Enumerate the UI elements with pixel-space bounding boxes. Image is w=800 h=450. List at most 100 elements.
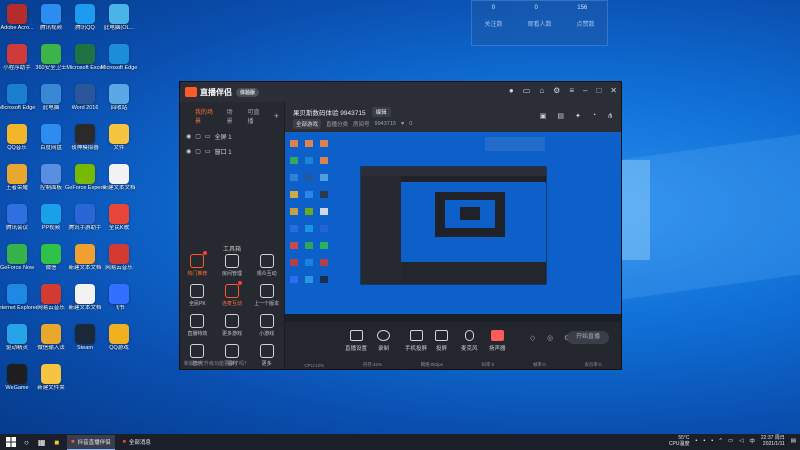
desktop-icon[interactable]: 王者荣耀	[0, 164, 34, 192]
search-icon[interactable]: ○	[24, 438, 29, 447]
desktop-icon[interactable]: 驱动精灵	[0, 324, 34, 352]
maximize-icon[interactable]: □	[596, 86, 601, 95]
notifications-icon[interactable]: ▤	[791, 438, 796, 444]
desktop-icon[interactable]: 微信输入法	[34, 324, 68, 352]
clock[interactable]: 22:37 周日 2021/1/11	[761, 435, 785, 447]
settings-icon[interactable]: ⚙	[553, 86, 560, 95]
gift-icon[interactable]: ⌂	[539, 86, 544, 95]
add-scene-button[interactable]: +	[274, 111, 279, 121]
desktop-icon[interactable]: 百度网盘	[34, 124, 68, 152]
menu-icon[interactable]: ≡	[569, 86, 574, 95]
qq-tray-icon[interactable]: ▪	[711, 438, 713, 444]
tool-button[interactable]: 上一个版本	[249, 284, 284, 307]
app-icon	[109, 84, 129, 104]
desktop-icon[interactable]: 小程序助手	[0, 44, 34, 72]
tool-button[interactable]: 直播特效	[180, 314, 215, 337]
tab-my-scene[interactable]: 我的场景	[195, 107, 217, 125]
tool-button[interactable]: 全民PK	[180, 284, 215, 307]
tool-button[interactable]: 热门推荐	[180, 251, 215, 277]
desktop-icon[interactable]: 腾讯QQ	[68, 4, 102, 32]
desktop-icon[interactable]: Steam	[68, 324, 102, 352]
desktop-icon[interactable]: Adobe Acro...	[0, 4, 34, 32]
desktop-icon[interactable]: 网易云音乐	[102, 244, 136, 272]
desktop-icon[interactable]: 新建文本文档	[102, 164, 136, 192]
desktop-icon[interactable]: Word 2016	[68, 84, 102, 112]
effect-icon[interactable]: ✦	[575, 112, 581, 120]
desktop-icon[interactable]: GeForce Experience	[65, 164, 105, 192]
microphone-button[interactable]: 麦克风	[461, 330, 478, 352]
tray-app-icon[interactable]: ▪	[695, 438, 697, 444]
live-preview[interactable]	[285, 132, 621, 322]
desktop-icon[interactable]: 飞书	[102, 284, 136, 312]
desktop-icon[interactable]: 腾讯手游助手	[68, 204, 102, 232]
taskbar-app-messages[interactable]: ■ 全部消息	[119, 435, 155, 449]
desktop-icon[interactable]: 网易云音乐	[34, 284, 68, 312]
tool-button[interactable]: 小游戏	[249, 314, 284, 337]
live-settings-button[interactable]: 直播设置	[345, 330, 367, 352]
desktop-icon[interactable]: 腾讯视频	[34, 4, 68, 32]
record-button[interactable]: 录制	[377, 330, 390, 352]
task-view-icon[interactable]: ▦	[38, 438, 46, 447]
screenshot-icon[interactable]: ▣	[540, 112, 547, 120]
input-method-label[interactable]: 中	[749, 437, 755, 445]
source-item[interactable]: ◉ ▢ ▭ 窗口 1	[180, 144, 284, 159]
network-icon[interactable]: ▭	[728, 438, 733, 444]
wechat-tray-icon[interactable]: ▪	[703, 438, 705, 444]
bell-icon[interactable]: ◔	[592, 112, 596, 120]
desktop-icon[interactable]: 微信	[34, 244, 68, 272]
desktop-icon[interactable]: 360安全卫士	[34, 44, 68, 72]
desktop-icon[interactable]: PP视频	[34, 204, 68, 232]
avatar-icon[interactable]: ●	[509, 86, 514, 95]
minimize-icon[interactable]: –	[583, 86, 587, 95]
desktop-icon[interactable]: Internet Explorer	[0, 284, 37, 312]
close-icon[interactable]: ✕	[610, 86, 617, 95]
desktop-icon[interactable]: GeForce Now	[0, 244, 34, 272]
cast-button[interactable]: 投屏	[435, 330, 448, 352]
lock-icon[interactable]: ▢	[195, 133, 201, 140]
desktop-icon[interactable]: Microsoft Excel	[66, 44, 104, 72]
share-icon[interactable]: ⋔	[607, 112, 613, 120]
desktop-icon[interactable]: 夜神模拟器	[68, 124, 102, 152]
desktop-icon[interactable]: 此电脑(OL...	[102, 4, 136, 32]
desktop-icon[interactable]: 新建文件夹	[34, 364, 68, 392]
desktop-icon[interactable]: QQ游戏	[102, 324, 136, 352]
filter-icon[interactable]: ◎	[547, 334, 553, 342]
tab-scene[interactable]: 场景	[227, 107, 238, 125]
category-select[interactable]: 全部游戏	[293, 119, 322, 129]
eye-icon[interactable]: ◉	[186, 148, 191, 155]
desktop-icon[interactable]: 控制面板	[34, 164, 68, 192]
desktop-icon[interactable]: 文件	[102, 124, 136, 152]
sidebar-footer[interactable]: 新版本可升级功能更多了吗？	[184, 360, 249, 367]
volume-icon[interactable]: ◁	[739, 438, 743, 444]
layout-icon[interactable]: ▤	[557, 112, 564, 120]
speaker-button[interactable]: 扬声器	[489, 330, 506, 352]
tool-button[interactable]: 更多	[249, 344, 284, 367]
desktop-icon[interactable]: 腾讯会议	[0, 204, 34, 232]
desktop-icon[interactable]: 新建文本文档	[68, 244, 102, 272]
desktop-icon[interactable]: 新建文本文档	[68, 284, 102, 312]
desktop-icon[interactable]: Microsoft Edge	[0, 84, 35, 112]
desktop-icon[interactable]: 此电脑	[34, 84, 68, 112]
edit-title-button[interactable]: 编辑	[371, 107, 391, 117]
desktop-icon[interactable]: 全民K歌	[102, 204, 136, 232]
message-icon[interactable]: ▭	[523, 86, 531, 95]
beauty-icon[interactable]: ◇	[530, 334, 535, 342]
start-live-button[interactable]: 开始直播	[567, 331, 609, 344]
desktop-icon[interactable]: WeGame	[0, 364, 34, 392]
file-explorer-icon[interactable]: ■	[54, 438, 59, 447]
source-item[interactable]: ◉ ▢ ▭ 全屏 1	[180, 129, 284, 144]
lock-icon[interactable]: ▢	[195, 148, 201, 155]
phone-cast-button[interactable]: 手机投屏	[405, 330, 427, 352]
desktop-icon[interactable]: QQ音乐	[0, 124, 34, 152]
taskbar-app-livestream[interactable]: ■ 抖音直播伴侣	[67, 434, 115, 450]
tab-live[interactable]: 可直播	[247, 107, 263, 125]
windows-start-icon[interactable]	[6, 437, 16, 447]
tool-button[interactable]: 连麦互动	[215, 281, 250, 307]
chevron-up-icon[interactable]: ^	[719, 438, 722, 444]
tool-button[interactable]: 房间管理	[215, 254, 250, 277]
desktop-icon[interactable]: Microsoft Edge	[101, 44, 137, 72]
eye-icon[interactable]: ◉	[186, 133, 191, 140]
tool-button[interactable]: 更多游戏	[215, 314, 250, 337]
desktop-icon[interactable]: 回收站	[102, 84, 136, 112]
tool-button[interactable]: 观众互动	[249, 254, 284, 277]
